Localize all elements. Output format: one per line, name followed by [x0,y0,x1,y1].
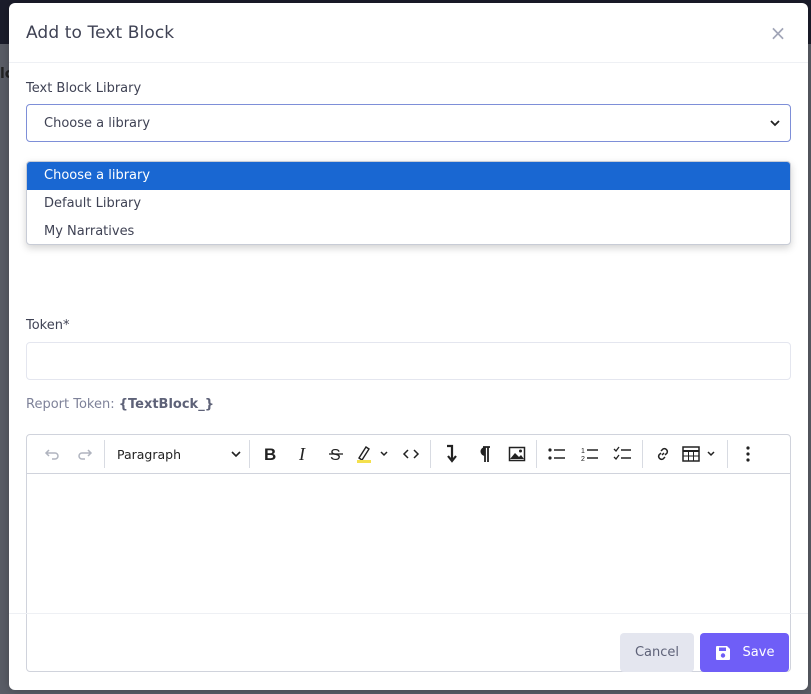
token-input[interactable] [26,342,791,380]
chevron-down-icon [231,451,241,458]
floppy-disk-icon [715,645,730,660]
toolbar-divider [642,440,643,468]
image-icon[interactable] [500,438,533,470]
report-token: Report Token: {TextBlock_} [26,397,214,412]
library-select[interactable]: Choose a library [26,104,791,142]
svg-text:B: B [264,445,276,463]
toolbar-divider [104,440,105,468]
svg-text:1: 1 [581,448,585,455]
save-button[interactable]: Save [700,633,789,672]
modal-header: Add to Text Block × [9,3,808,63]
table-icon[interactable] [679,438,721,470]
modal-title: Add to Text Block [26,22,175,43]
undo-icon[interactable] [35,438,68,470]
add-to-text-block-modal: Add to Text Block × Text Block Library C… [9,3,808,690]
toolbar-divider [536,440,537,468]
report-token-prefix: Report Token: [26,397,119,412]
paragraph-style-select[interactable]: Paragraph [108,438,246,470]
library-label: Text Block Library [26,81,142,96]
numbered-list-icon[interactable]: 12 [573,438,606,470]
strikethrough-icon[interactable]: S [319,438,352,470]
page-break-icon[interactable] [434,438,467,470]
paragraph-style-label: Paragraph [117,446,182,462]
italic-icon[interactable]: I [286,438,319,470]
save-button-label: Save [742,645,775,660]
more-icon[interactable] [731,438,764,470]
redo-icon[interactable] [68,438,101,470]
dropdown-option-my-narratives[interactable]: My Narratives [27,218,790,244]
toolbar-divider [727,440,728,468]
svg-text:S: S [330,447,341,463]
dropdown-option-default-library[interactable]: Default Library [27,190,790,218]
editor-toolbar: Paragraph B I S 1 2 [27,435,790,474]
cancel-button[interactable]: Cancel [620,633,694,672]
dropdown-option-choose[interactable]: Choose a library [27,162,790,190]
link-icon[interactable] [646,438,679,470]
highlight-icon[interactable] [352,438,394,470]
modal-body: Text Block Library Choose a library Choo… [9,81,808,672]
bulleted-list-icon[interactable] [540,438,573,470]
close-icon[interactable]: × [768,23,788,43]
chevron-down-icon [770,120,780,127]
report-token-value: {TextBlock_} [118,397,214,412]
library-dropdown: Choose a library Default Library My Narr… [26,161,791,245]
modal-footer: Cancel Save [9,613,808,690]
token-label: Token* [26,318,70,333]
svg-text:2: 2 [581,456,585,463]
toolbar-divider [249,440,250,468]
code-icon[interactable] [394,438,427,470]
paragraph-mark-icon[interactable] [467,438,500,470]
svg-text:I: I [298,445,306,463]
toolbar-divider [430,440,431,468]
bold-icon[interactable]: B [253,438,286,470]
todo-list-icon[interactable] [606,438,639,470]
library-select-value: Choose a library [44,115,151,131]
